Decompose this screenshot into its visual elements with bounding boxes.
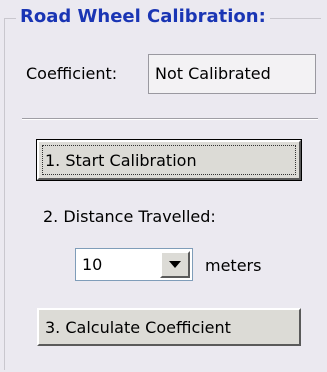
distance-label: 2. Distance Travelled: [43, 207, 216, 226]
calculate-coefficient-button[interactable]: 3. Calculate Coefficient [37, 308, 301, 346]
distance-select-value: 10 [82, 255, 103, 274]
calculate-coefficient-label: 3. Calculate Coefficient [45, 318, 231, 337]
dropdown-button[interactable] [160, 251, 190, 278]
divider [22, 118, 318, 120]
group-title: Road Wheel Calibration: [16, 6, 270, 27]
distance-select[interactable]: 10 [75, 248, 193, 281]
coefficient-field: Not Calibrated [148, 54, 316, 94]
unit-label: meters [205, 256, 262, 275]
start-calibration-button[interactable]: 1. Start Calibration [36, 139, 302, 181]
chevron-down-icon [169, 261, 181, 268]
coefficient-label: Coefficient: [26, 64, 118, 83]
start-calibration-label: 1. Start Calibration [45, 151, 197, 170]
